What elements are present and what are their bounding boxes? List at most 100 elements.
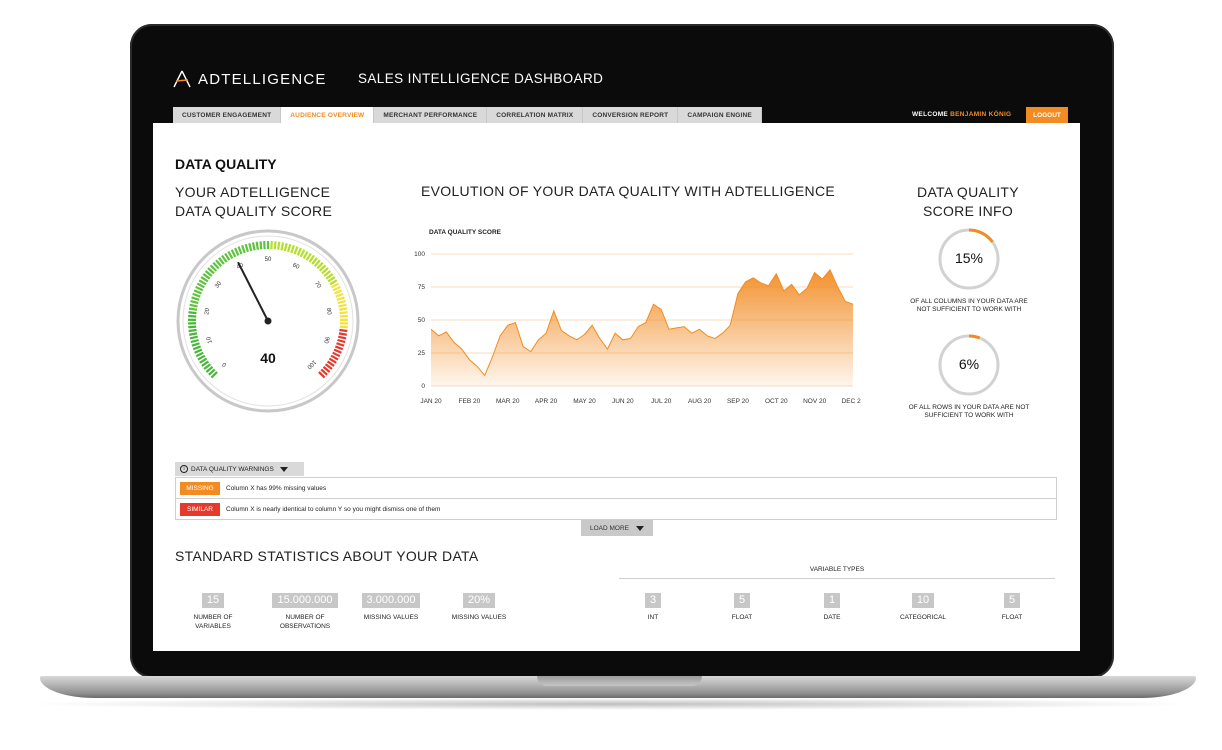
stat-value: 15	[201, 593, 225, 608]
y-tick-label: 25	[418, 350, 426, 357]
x-tick-label: JAN 20	[420, 398, 442, 405]
y-tick-label: 0	[421, 383, 425, 390]
stat-missing-values: 3.000.000 MISSING VALUES	[353, 590, 429, 622]
gauge-scale-segment	[339, 325, 348, 329]
laptop-shadow	[20, 698, 1200, 710]
gauge-scale-segment	[338, 307, 348, 311]
stats-title: STANDARD STATISTICS ABOUT YOUR DATA	[175, 548, 479, 564]
warnings-toggle[interactable]: i DATA QUALITY WARNINGS	[175, 462, 304, 476]
x-tick-label: JUN 20	[612, 398, 634, 405]
warning-text: Column X is nearly identical to column Y…	[226, 505, 441, 513]
gauge-value: 40	[260, 350, 276, 366]
load-more-label: LOAD MORE	[589, 524, 629, 532]
chart-x-ticks: JAN 20 FEB 20 MAR 20 APR 20 MAY 20 JUN 20 JUL …	[420, 398, 861, 405]
warning-row: MISSING Column X has 99% missing values	[175, 477, 1057, 499]
stat-label: NUMBER OF VARIABLES	[183, 613, 243, 631]
y-tick-label: 75	[418, 284, 426, 291]
vartype-value: 1	[823, 593, 841, 608]
tab-customer-engagement[interactable]: CUSTOMER ENGAGEMENT	[173, 107, 282, 123]
gauge-scale-segment	[188, 307, 198, 311]
tab-correlation-matrix[interactable]: CORRELATION MATRIX	[487, 107, 584, 123]
tab-conversion-report[interactable]: CONVERSION REPORT	[583, 107, 679, 123]
vartype-float-2: 5 FLOAT	[982, 590, 1042, 622]
stat-missing-percent: 20% MISSING VALUES	[441, 590, 517, 622]
vartype-int: 3 INT	[623, 590, 683, 622]
vartype-value: 3	[644, 593, 662, 608]
stat-label: MISSING VALUES	[451, 614, 507, 621]
gauge-scale-segment	[188, 325, 197, 329]
vartype-date: 1 DATE	[802, 590, 862, 622]
stat-label-line-1: NUMBER OF	[285, 614, 325, 621]
welcome-text: WELCOME BENJAMIN KÖNIG	[912, 111, 1011, 118]
tab-merchant-performance[interactable]: MERCHANT PERFORMANCE	[374, 107, 488, 123]
x-tick-label: APR 20	[535, 398, 558, 405]
gauge-scale-segment	[251, 242, 256, 251]
missing-badge: MISSING	[180, 481, 220, 495]
gauge-scale-segment	[255, 241, 259, 250]
welcome-label: WELCOME	[912, 111, 949, 118]
dashboard-title: SALES INTELLIGENCE DASHBOARD	[358, 71, 604, 86]
stat-variables: 15 NUMBER OF VARIABLES	[183, 590, 243, 631]
vartype-value: 5	[1003, 593, 1021, 608]
vartype-categorical: 10 CATEGORICAL	[883, 590, 963, 622]
quality-gauge: 0102030405060708090100 40	[176, 229, 360, 413]
tab-campaign-engine[interactable]: CAMPAIGN ENGINE	[678, 107, 762, 123]
score-title-line-1: YOUR ADTELLIGENCE	[175, 184, 331, 200]
adtelligence-logo-icon	[173, 70, 191, 88]
x-tick-label: SEP 20	[727, 398, 749, 405]
rows-quality-value: 6%	[958, 356, 980, 372]
chart-y-ticks: 0 25 50 75 100	[414, 251, 425, 390]
similar-badge: SIMILAR	[180, 502, 220, 516]
rows-quality-desc-line-1: OF ALL ROWS IN YOUR DATA ARE NOT	[908, 404, 1030, 411]
stat-observations: 15.000.000 NUMBER OF OBSERVATIONS	[265, 590, 345, 631]
x-tick-label: JUL 20	[651, 398, 672, 405]
logout-button[interactable]: LOGOUT	[1026, 107, 1068, 123]
nav-tabs: CUSTOMER ENGAGEMENT AUDIENCE OVERVIEW ME…	[173, 107, 762, 123]
columns-quality-desc: OF ALL COLUMNS IN YOUR DATA ARE NOT SUFF…	[889, 298, 1049, 314]
x-tick-label: NOV 20	[803, 398, 827, 405]
score-title-line-2: DATA QUALITY SCORE	[175, 203, 333, 219]
brand[interactable]: ADTELLIGENCE	[172, 70, 327, 88]
user-name: BENJAMIN KÖNIG	[950, 111, 1012, 118]
chart-title: DATA QUALITY SCORE	[429, 229, 502, 236]
vartype-label: INT	[647, 614, 659, 621]
vartype-label: DATE	[823, 614, 841, 621]
x-tick-label: OCT 20	[765, 398, 788, 405]
gauge-tick-label: 50	[265, 257, 272, 263]
vartype-label: CATEGORICAL	[899, 614, 947, 621]
gauge-scale-segment	[188, 314, 197, 318]
load-more-button[interactable]: LOAD MORE	[581, 520, 653, 536]
x-tick-label: MAY 20	[573, 398, 596, 405]
stat-label: NUMBER OF OBSERVATIONS	[265, 613, 345, 631]
evolution-title: EVOLUTION OF YOUR DATA QUALITY WITH ADTE…	[421, 183, 835, 199]
gauge-scale-segment	[339, 311, 348, 315]
score-title: YOUR ADTELLIGENCE DATA QUALITY SCORE	[175, 183, 332, 221]
info-icon: i	[180, 465, 188, 473]
brand-name: ADTELLIGENCE	[198, 70, 327, 88]
x-tick-label: MAR 20	[496, 398, 520, 405]
divider	[619, 578, 1055, 579]
info-title: DATA QUALITY SCORE INFO	[893, 183, 1043, 221]
gauge-scale-segment	[189, 332, 198, 336]
warning-row: SIMILAR Column X is nearly identical to …	[175, 499, 1057, 520]
y-tick-label: 100	[414, 251, 425, 258]
chevron-down-icon	[279, 466, 288, 472]
columns-quality-desc-line-1: OF ALL COLUMNS IN YOUR DATA ARE	[910, 298, 1028, 305]
y-tick-label: 50	[418, 317, 426, 324]
gauge-scale-segment	[339, 314, 348, 318]
vartype-label: FLOAT	[1001, 614, 1023, 621]
gauge-scale-segment	[188, 311, 197, 315]
quality-area-chart: DATA QUALITY SCORE 0 25 50 75 100 JAN 20 FEB …	[414, 229, 861, 405]
info-title-line-1: DATA QUALITY	[917, 184, 1019, 200]
info-title-line-2: SCORE INFO	[922, 203, 1014, 219]
chevron-down-icon	[636, 525, 644, 531]
rows-quality-desc-line-2: SUFFICIENT TO WORK WITH	[924, 412, 1014, 419]
gauge-scale-segment	[339, 328, 348, 333]
rows-quality-desc: OF ALL ROWS IN YOUR DATA ARE NOT SUFFICI…	[889, 404, 1049, 420]
stat-label-line-1: NUMBER OF	[193, 614, 233, 621]
content-area: DATA QUALITY YOUR ADTELLIGENCE DATA QUAL…	[153, 123, 1080, 651]
variable-types-title: VARIABLE TYPES	[809, 566, 865, 573]
gauge-scale-segment	[273, 241, 277, 250]
tab-audience-overview[interactable]: AUDIENCE OVERVIEW	[281, 107, 375, 123]
warnings-toggle-label: DATA QUALITY WARNINGS	[191, 465, 274, 473]
